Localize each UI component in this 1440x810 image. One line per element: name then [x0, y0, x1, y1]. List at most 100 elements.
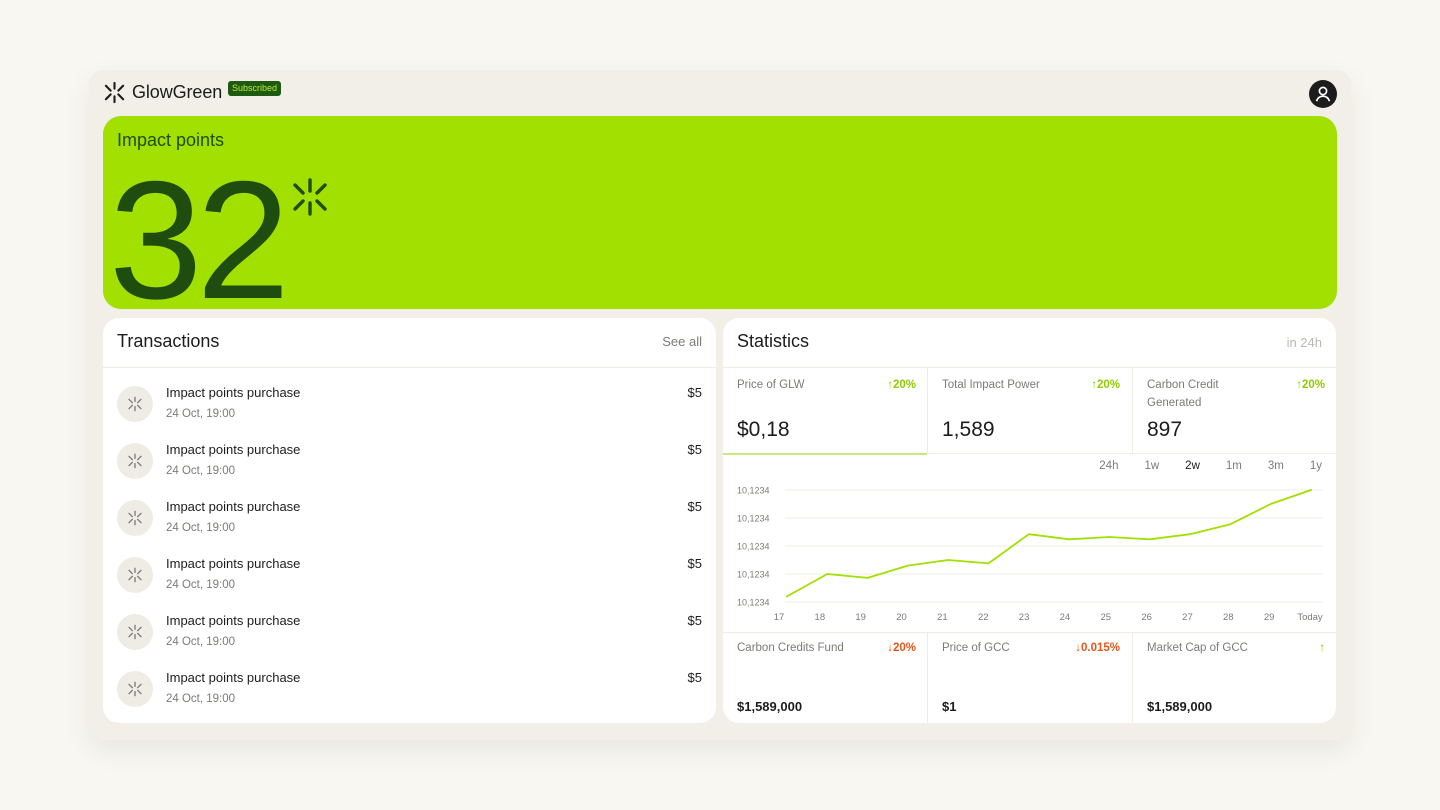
range-1y[interactable]: 1y [1310, 460, 1322, 472]
transaction-date: 24 Oct, 19:00 [166, 465, 236, 477]
asterisk-icon [117, 671, 153, 707]
data-point [1269, 503, 1272, 505]
arrow-up-icon: ↑ [1319, 642, 1325, 654]
transactions-title: Transactions [117, 331, 220, 351]
transaction-name: Impact points purchase [166, 556, 301, 571]
line-chart: 10,1234 10,1234 10,1234 10,1234 10,1234 17 18 1… [737, 486, 1323, 623]
transaction-row[interactable]: Impact points purchase 24 Oct, 19:00 $5 [103, 489, 716, 546]
range-24h[interactable]: 24h [1099, 460, 1118, 472]
brand[interactable]: GlowGreen [103, 81, 222, 104]
data-point [1108, 536, 1111, 538]
data-point [1068, 538, 1071, 541]
statistics-header: Statistics in 24h [723, 318, 1336, 368]
metric-value: $1 [942, 699, 957, 714]
transactions-list: Impact points purchase 24 Oct, 19:00 $5 … [103, 375, 716, 717]
metric-tab-impact-power[interactable]: Total Impact Power ↑20% 1,589 [927, 368, 1131, 454]
transaction-row[interactable]: Impact points purchase 24 Oct, 19:00 $5 [103, 603, 716, 660]
range-2w[interactable]: 2w [1185, 460, 1200, 472]
see-all-link[interactable]: See all [662, 334, 702, 349]
x-tick-label: 21 [937, 612, 948, 623]
metric-delta: ↑20% [1296, 379, 1325, 391]
range-1w[interactable]: 1w [1144, 460, 1159, 472]
transaction-name: Impact points purchase [166, 670, 301, 685]
brand-name: GlowGreen [132, 82, 223, 102]
metric-carbon-credits-fund: Carbon Credits Fund ↓20% $1,589,000 [723, 633, 927, 723]
x-tick-label: 19 [855, 612, 866, 623]
transaction-amount: $5 [687, 556, 702, 571]
metric-value: $1,589,000 [737, 699, 803, 714]
transaction-amount: $5 [687, 670, 702, 685]
metric-label: Carbon Credits Fund [737, 642, 844, 654]
transaction-name: Impact points purchase [166, 613, 301, 628]
metric-tabs: Price of GLW ↑20% $0,18 Total Impact Pow… [723, 368, 1336, 455]
user-avatar-button[interactable] [1309, 80, 1337, 108]
metric-delta: ↑20% [887, 379, 916, 391]
series-line [786, 489, 1312, 598]
y-tick-label: 10,1234 [737, 514, 770, 524]
time-range-selector: 24h 1w 2w 1m 3m 1y [1073, 460, 1322, 472]
y-tick-label: 10,1234 [737, 570, 770, 580]
asterisk-icon [117, 500, 153, 536]
data-point [1148, 538, 1151, 541]
impact-points-card: Impact points 32 [103, 116, 1337, 309]
x-tick-label: 24 [1060, 612, 1071, 623]
metric-delta: ↑ [1319, 642, 1325, 654]
metric-delta: ↓0.015% [1075, 642, 1120, 654]
range-1m[interactable]: 1m [1226, 460, 1242, 472]
x-tick-label: 17 [774, 612, 785, 623]
subscription-badge: Subscribed [228, 81, 282, 96]
transaction-amount: $5 [687, 613, 702, 628]
asterisk-icon [117, 443, 153, 479]
transaction-date: 24 Oct, 19:00 [166, 522, 236, 534]
metric-value: $0,18 [737, 418, 790, 441]
metric-value: $1,589,000 [1147, 699, 1213, 714]
asterisk-icon [117, 386, 153, 422]
transaction-name: Impact points purchase [166, 499, 301, 514]
y-tick-label: 10,1234 [737, 542, 770, 552]
transaction-row[interactable]: Impact points purchase 24 Oct, 19:00 $5 [103, 375, 716, 432]
data-point [907, 564, 909, 567]
transaction-row[interactable]: Impact points purchase 24 Oct, 19:00 $5 [103, 432, 716, 489]
metric-tab-carbon-credit[interactable]: Carbon Credit Generated ↑20% 897 [1132, 368, 1336, 454]
x-tick-label: 29 [1264, 612, 1275, 623]
x-tick-label: 18 [815, 612, 826, 623]
transaction-date: 24 Oct, 19:00 [166, 579, 236, 591]
top-bar: GlowGreen Subscribed [103, 80, 1337, 108]
x-tick-label: 28 [1223, 612, 1234, 623]
x-tick-label: 27 [1182, 612, 1193, 623]
metric-label: Market Cap of GCC [1147, 642, 1248, 654]
metric-value: 897 [1147, 418, 1183, 441]
metric-value: 1,589 [942, 418, 995, 441]
metric-market-cap-gcc: Market Cap of GCC ↑ $1,589,000 [1132, 633, 1336, 723]
data-point [786, 595, 788, 598]
transaction-date: 24 Oct, 19:00 [166, 408, 236, 420]
transaction-date: 24 Oct, 19:00 [166, 636, 236, 648]
transaction-name: Impact points purchase [166, 442, 301, 457]
data-point [1189, 533, 1191, 536]
metric-label: Price of GLW [737, 379, 805, 391]
statistics-title: Statistics [737, 331, 810, 351]
metric-price-gcc: Price of GCC ↓0.015% $1 [927, 633, 1131, 723]
transaction-name: Impact points purchase [166, 385, 301, 400]
range-3m[interactable]: 3m [1268, 460, 1284, 472]
asterisk-icon [104, 81, 125, 104]
x-tick-label: 25 [1100, 612, 1111, 623]
transaction-row[interactable]: Impact points purchase 24 Oct, 19:00 $5 [103, 660, 716, 717]
x-tick-label: 22 [978, 612, 989, 623]
data-point [1310, 489, 1312, 491]
transaction-amount: $5 [687, 442, 702, 457]
metric-delta: ↓20% [887, 642, 916, 654]
metric-delta: ↑20% [1091, 379, 1120, 391]
period-note: in 24h [1286, 335, 1322, 350]
x-tick-label: Today [1297, 612, 1323, 623]
transactions-panel: Transactions See all Impact points purch… [103, 318, 716, 723]
asterisk-icon [117, 557, 153, 593]
transaction-amount: $5 [687, 385, 702, 400]
y-tick-label: 10,1234 [737, 486, 770, 496]
transaction-row[interactable]: Impact points purchase 24 Oct, 19:00 $5 [103, 546, 716, 603]
metric-tab-price-glw[interactable]: Price of GLW ↑20% $0,18 [723, 368, 927, 455]
data-point [826, 573, 829, 575]
statistics-panel: Statistics in 24h Price of GLW ↑20% $0,1… [723, 318, 1336, 723]
user-icon [1315, 86, 1331, 102]
x-tick-label: 23 [1019, 612, 1030, 623]
